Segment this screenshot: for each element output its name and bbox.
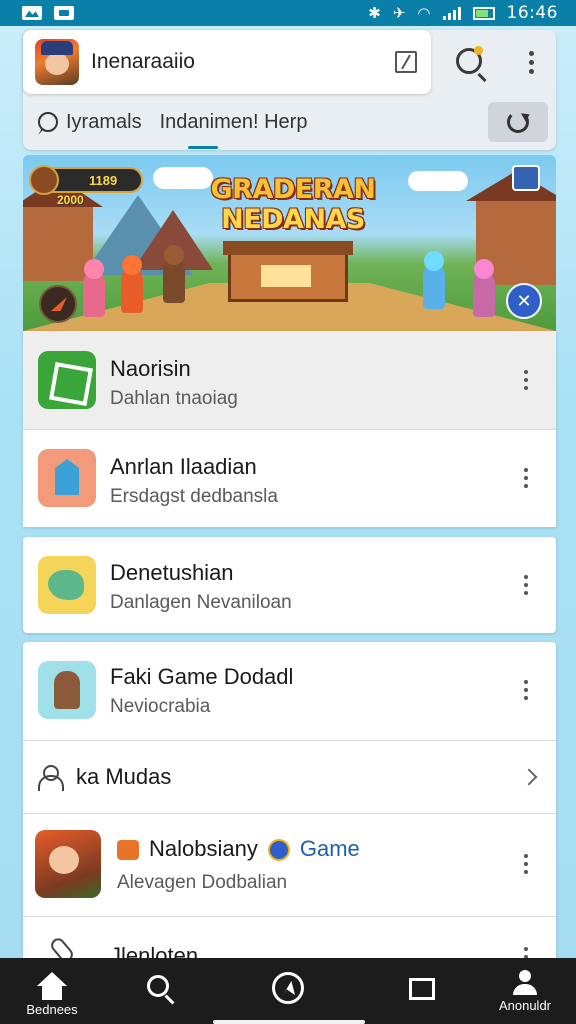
- edit-icon[interactable]: [395, 51, 417, 73]
- featured-title: Nalobsiany: [149, 836, 258, 861]
- item-more-button[interactable]: [518, 466, 534, 490]
- list-item[interactable]: Jlenloten: [23, 917, 556, 968]
- item-more-button[interactable]: [518, 573, 534, 597]
- status-left: [22, 6, 74, 20]
- bottom-navigation: Bednees Anonuldr: [0, 958, 576, 1024]
- list-item[interactable]: Anrlan Ilaadian Ersdagst dedbansla: [23, 430, 556, 527]
- list-item-subtitle: Ersdagst dedbansla: [110, 486, 278, 507]
- character: [121, 269, 143, 313]
- nav-profile[interactable]: Anonuldr: [490, 958, 560, 1024]
- banner-title-line1: GRADERAN: [210, 174, 377, 205]
- mute-icon: ✈: [392, 5, 406, 22]
- house-left: [23, 201, 93, 281]
- section-row[interactable]: ka Mudas: [23, 741, 556, 813]
- search-box[interactable]: Inenaraaiio: [23, 30, 431, 94]
- status-bar: ✱ ✈ ◠ 16:46: [0, 0, 576, 26]
- featured-title-row: Nalobsiany Game: [117, 836, 360, 862]
- game-badge-icon: [267, 839, 290, 862]
- list-card: Denetushian Danlagen Nevaniloan: [23, 537, 556, 633]
- tab-programs[interactable]: Iyramals: [66, 111, 142, 134]
- person-icon: [511, 970, 539, 996]
- sub-tab-row: Iyramals Indanimen! Herp: [23, 94, 556, 150]
- banner-title-line2: NEDANAS: [221, 204, 365, 235]
- nav-library[interactable]: [394, 958, 450, 1024]
- signal-icon: [442, 6, 461, 20]
- item-more-button[interactable]: [518, 852, 534, 876]
- app-avatar[interactable]: [35, 39, 79, 85]
- game-link[interactable]: Game: [300, 836, 360, 861]
- nav-explore[interactable]: [260, 958, 316, 1024]
- notification-dot: [474, 46, 483, 55]
- character: [473, 273, 495, 317]
- item-more-button[interactable]: [518, 678, 534, 702]
- list-item[interactable]: Faki Game Dodadl Neviocrabia: [23, 642, 556, 740]
- item-more-button[interactable]: [518, 368, 534, 392]
- chevron-right-icon: [520, 768, 538, 786]
- list-item[interactable]: Naorisin Dahlan tnaoiag: [23, 331, 556, 429]
- list-item-title: Denetushian: [110, 560, 234, 585]
- app-icon-salmon-house: [38, 449, 96, 507]
- hud-value: 1189: [89, 172, 118, 188]
- app-icon-green-box: [38, 351, 96, 409]
- action-button-icon[interactable]: ✕: [506, 283, 542, 319]
- search-icon: [147, 975, 169, 997]
- app-icon-yellow-chat: [38, 556, 96, 614]
- status-time: 16:46: [506, 3, 558, 23]
- game-banner[interactable]: GRADERAN NEDANAS 1189 2000 ✕: [23, 155, 556, 331]
- tab-help[interactable]: Indanimen! Herp: [160, 111, 308, 134]
- refresh-icon: [507, 111, 529, 133]
- list-item-subtitle: Dahlan tnaoiag: [110, 388, 238, 409]
- more-options-button[interactable]: [523, 48, 539, 76]
- player-hud: 1189: [29, 165, 143, 195]
- list-item[interactable]: Nalobsiany Game Alevagen Dodbalian: [23, 814, 556, 916]
- status-right: ✱ ✈ ◠ 16:46: [368, 3, 558, 23]
- refresh-button[interactable]: [488, 102, 548, 142]
- nav-home-label: Bednees: [26, 1002, 78, 1017]
- section-row-label: ka Mudas: [76, 764, 172, 789]
- list-card: Faki Game Dodadl Neviocrabia ka Mudas Na…: [23, 642, 556, 968]
- banner-title: GRADERAN NEDANAS: [208, 175, 378, 235]
- cloud: [408, 171, 468, 191]
- rocket-button-icon[interactable]: [39, 285, 77, 323]
- shop-building: [223, 241, 353, 302]
- home-indicator: [213, 1020, 365, 1024]
- search-input[interactable]: Inenaraaiio: [91, 50, 395, 74]
- character: [423, 265, 445, 309]
- list-item-title: Faki Game Dodadl: [110, 664, 294, 689]
- banner-corner-icon[interactable]: [512, 165, 540, 191]
- top-search-card: Inenaraaiio Iyramals Indanimen! Herp: [23, 30, 556, 150]
- list-item-title: Naorisin: [110, 356, 191, 381]
- square-icon: [409, 978, 435, 1000]
- battery-icon: [472, 6, 495, 20]
- list-item-title: Anrlan Ilaadian: [110, 454, 257, 479]
- tab-indicator: [188, 146, 218, 149]
- cloud: [153, 167, 213, 189]
- list-card: Naorisin Dahlan tnaoiag Anrlan Ilaadian …: [23, 331, 556, 527]
- list-item[interactable]: Denetushian Danlagen Nevaniloan: [23, 537, 556, 633]
- compass-icon: [272, 972, 304, 1004]
- character: [163, 259, 185, 303]
- message-notification-icon: [54, 6, 74, 20]
- featured-subtitle: Alevagen Dodbalian: [117, 872, 288, 893]
- wifi-icon: ◠: [417, 5, 431, 22]
- nav-search[interactable]: [130, 958, 186, 1024]
- list-item-subtitle: Neviocrabia: [110, 696, 211, 717]
- chat-icon: [38, 112, 58, 132]
- gift-icon: [117, 840, 139, 861]
- home-icon: [37, 972, 67, 1000]
- bluetooth-icon: ✱: [368, 5, 381, 22]
- person-icon: [38, 765, 64, 791]
- gallery-notification-icon: [22, 6, 42, 20]
- nav-home[interactable]: Bednees: [14, 958, 90, 1024]
- player-avatar: [29, 165, 59, 195]
- app-icon-cyan-character: [38, 661, 96, 719]
- app-icon-game: [35, 830, 101, 898]
- list-item-subtitle: Danlagen Nevaniloan: [110, 592, 292, 613]
- nav-profile-label: Anonuldr: [498, 998, 552, 1013]
- character: [83, 273, 105, 317]
- hud-coins: 2000: [57, 193, 84, 207]
